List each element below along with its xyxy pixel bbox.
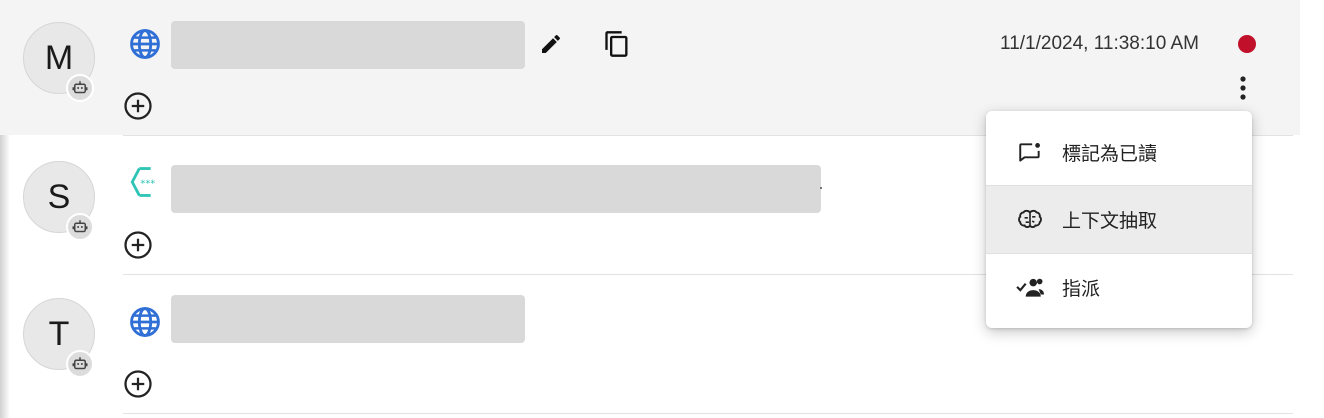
avatar-letter: M: [44, 38, 74, 77]
avatar-letter: T: [48, 314, 70, 353]
avatar-letter: S: [47, 177, 71, 216]
globe-icon: [127, 304, 163, 340]
hexagon-logo-icon: ***: [127, 164, 163, 200]
text-artifact: [820, 187, 822, 189]
bot-icon: [66, 213, 94, 241]
edit-icon[interactable]: [535, 28, 567, 60]
globe-icon: [127, 26, 163, 62]
copy-icon[interactable]: [601, 28, 633, 60]
menu-item-assign[interactable]: 指派: [986, 254, 1252, 321]
menu-item-mark-read[interactable]: 標記為已讀: [986, 119, 1252, 186]
redacted-title: [171, 21, 525, 69]
row-divider: [123, 413, 1293, 414]
bot-icon: [66, 350, 94, 378]
menu-item-context-extraction[interactable]: 上下文抽取: [986, 186, 1252, 253]
redacted-title: [171, 165, 821, 213]
add-circle-icon[interactable]: [122, 90, 154, 122]
menu-item-label: 指派: [1062, 278, 1101, 300]
add-circle-icon[interactable]: [122, 368, 154, 400]
menu-item-label: 上下文抽取: [1062, 210, 1158, 232]
unread-status-dot: [1238, 35, 1256, 53]
conversation-list-page: M 11/1/2024, 11:38:10 AM S *** T 標記為已讀 上…: [0, 0, 1324, 418]
context-menu: 標記為已讀 上下文抽取 指派: [986, 111, 1252, 328]
assign-people-icon: [1016, 274, 1044, 302]
bot-icon: [66, 74, 94, 102]
redacted-title: [171, 295, 525, 343]
more-vert-icon[interactable]: [1229, 72, 1257, 104]
svg-text:***: ***: [140, 178, 155, 189]
brain-icon: [1016, 206, 1044, 234]
menu-item-label: 標記為已讀: [1062, 143, 1158, 165]
timestamp: 11/1/2024, 11:38:10 AM: [1000, 33, 1199, 54]
add-circle-icon[interactable]: [122, 229, 154, 261]
mark-read-icon: [1016, 139, 1044, 167]
